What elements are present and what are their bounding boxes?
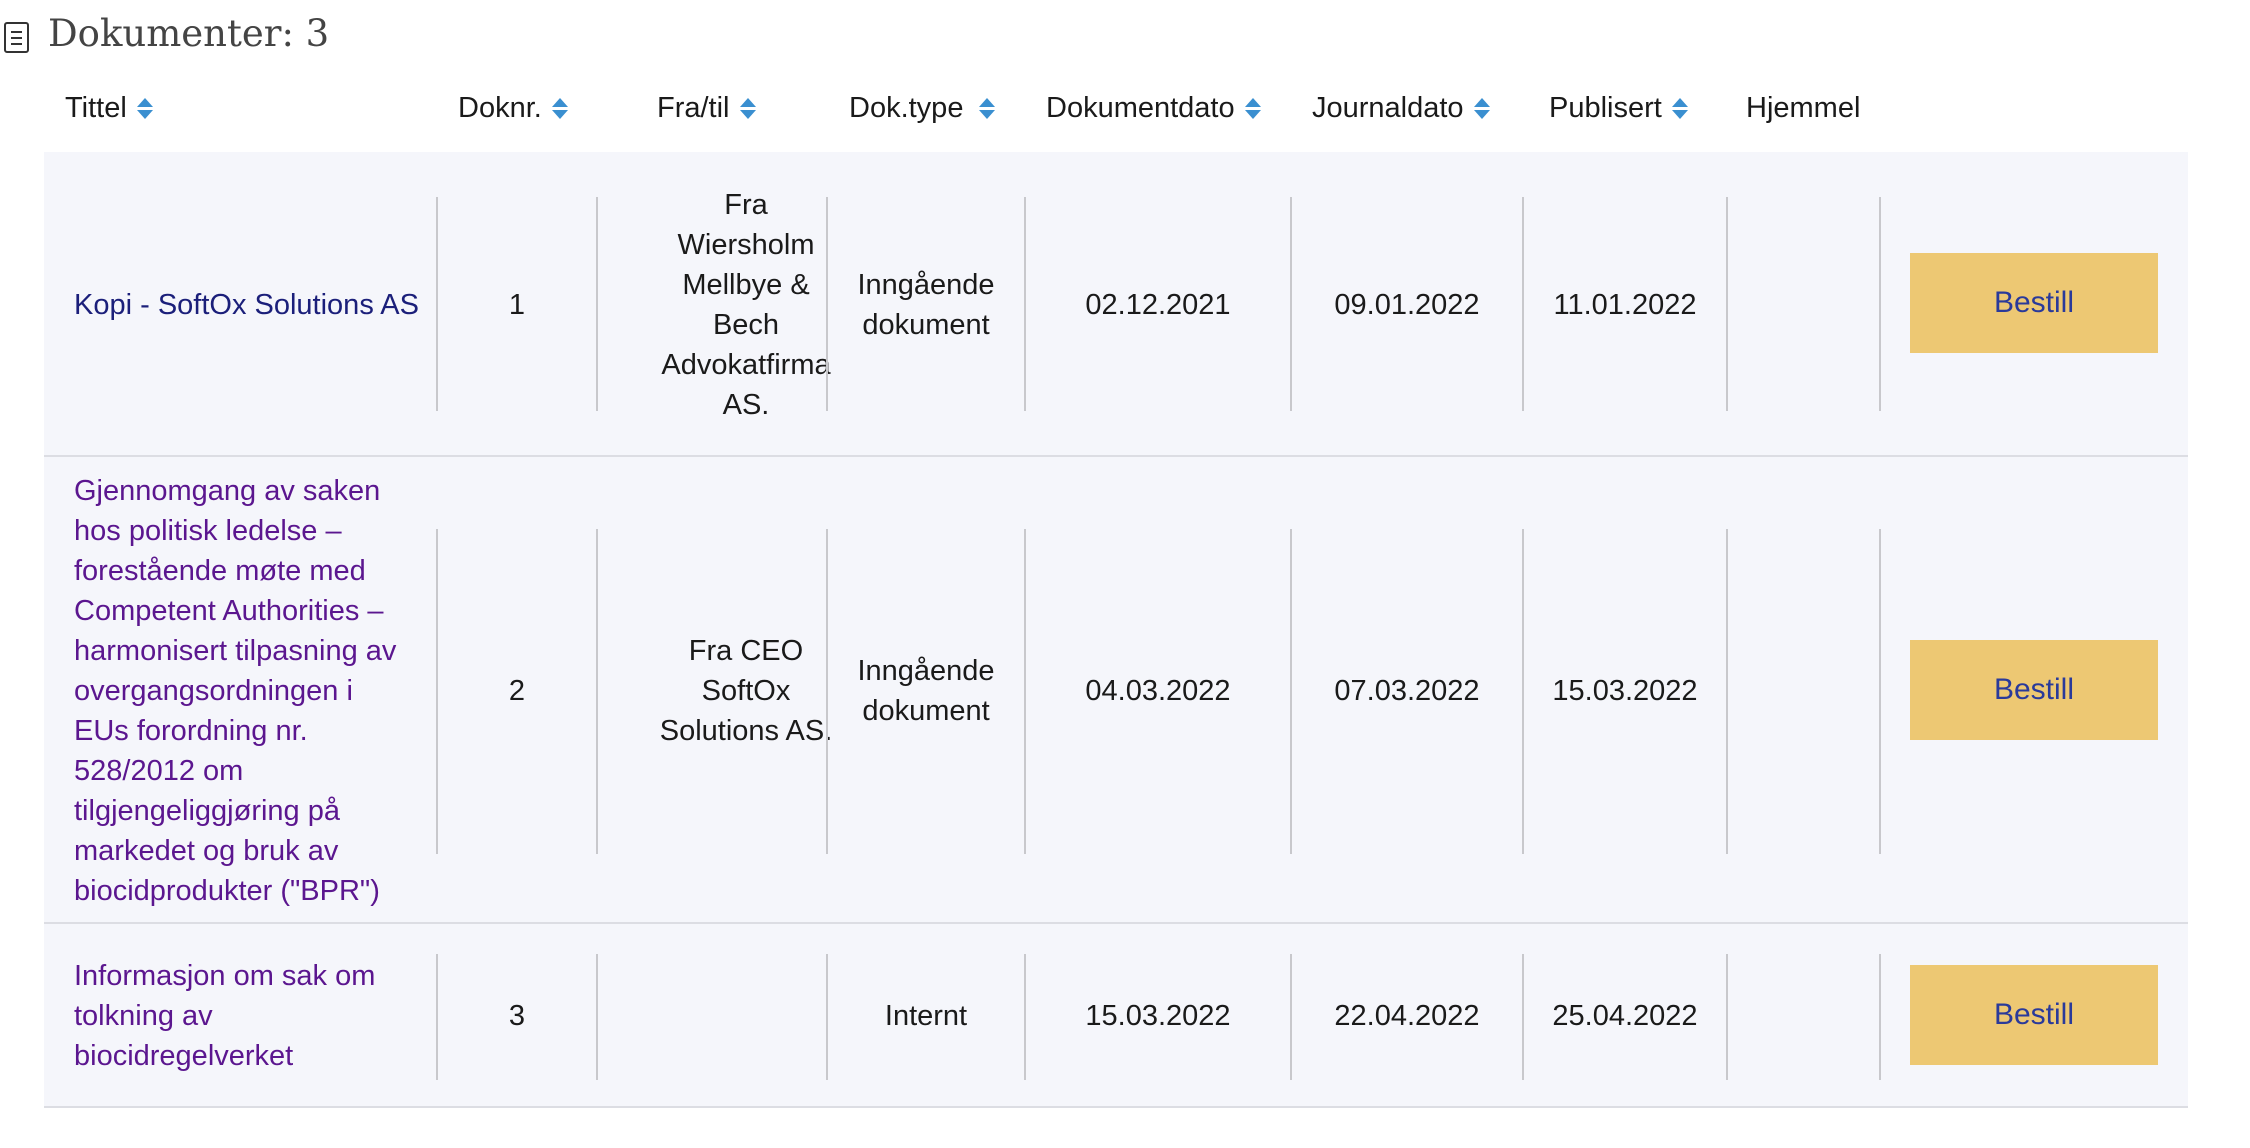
document-title-link[interactable]: Informasjon om sak om tolkning av biocid…	[74, 924, 414, 1108]
column-divider	[1879, 954, 1881, 1080]
column-divider	[1879, 197, 1881, 411]
doknr-cell: 3	[508, 1000, 526, 1032]
column-label: Doknr.	[458, 91, 542, 124]
dokumentdato-cell: 02.12.2021	[1085, 288, 1231, 321]
dokumentdato-cell: 15.03.2022	[1085, 1000, 1231, 1032]
doknr-cell: 2	[508, 674, 526, 707]
doknr-cell: 1	[508, 288, 526, 321]
column-header-journaldato[interactable]: Journaldato	[1312, 80, 1490, 136]
column-header-doknr[interactable]: Doknr.	[458, 80, 568, 136]
column-divider	[596, 954, 598, 1080]
doktype-cell: Inngående dokument	[857, 654, 995, 727]
fra-til-cell: Fra Wiersholm Mellbye & Bech Advokatfirm…	[661, 188, 831, 421]
column-label: Dok.type	[849, 91, 964, 124]
column-divider	[596, 197, 598, 411]
journaldato-cell: 22.04.2022	[1334, 1000, 1480, 1032]
dokumentdato-cell: 04.03.2022	[1085, 674, 1231, 707]
column-header-dokumentdato[interactable]: Dokumentdato	[1046, 80, 1261, 136]
sort-icon[interactable]	[979, 97, 996, 119]
publisert-cell: 25.04.2022	[1552, 1000, 1698, 1032]
hjemmel-cell	[1728, 457, 1878, 924]
publisert-cell: 15.03.2022	[1552, 674, 1698, 707]
document-title-link[interactable]: Gjennomgang av saken hos politisk ledels…	[74, 457, 414, 924]
fra-til-cell: Fra CEO SoftOx Solutions AS.	[659, 634, 833, 747]
page-title: Dokumenter: 3	[48, 12, 330, 55]
document-icon	[4, 22, 29, 53]
column-header-hjemmel: Hjemmel	[1746, 80, 1860, 136]
document-title-link[interactable]: Kopi - SoftOx Solutions AS	[74, 152, 474, 457]
sort-icon[interactable]	[1671, 97, 1688, 119]
column-header-tittel[interactable]: Tittel	[65, 80, 153, 136]
journaldato-cell: 07.03.2022	[1334, 674, 1480, 707]
bestill-button[interactable]: Bestill	[1910, 253, 2158, 353]
table-row: Kopi - SoftOx Solutions AS 1 Fra Wiersho…	[44, 152, 2188, 457]
doktype-cell: Internt	[884, 1000, 968, 1032]
column-label: Publisert	[1549, 91, 1662, 124]
sort-icon[interactable]	[136, 97, 153, 119]
column-header-fra-til[interactable]: Fra/til	[657, 80, 756, 136]
table-row: Gjennomgang av saken hos politisk ledels…	[44, 457, 2188, 924]
doktype-cell: Inngående dokument	[857, 268, 995, 341]
column-label: Hjemmel	[1746, 91, 1861, 124]
sort-icon[interactable]	[1473, 97, 1490, 119]
column-label: Fra/til	[657, 91, 730, 124]
fra-til-cell	[656, 924, 836, 1108]
sort-icon[interactable]	[1244, 97, 1261, 119]
bestill-button[interactable]: Bestill	[1910, 965, 2158, 1065]
column-header-doktype[interactable]: Dok.type	[849, 80, 996, 136]
publisert-cell: 11.01.2022	[1553, 288, 1697, 321]
table-row: Informasjon om sak om tolkning av biocid…	[44, 924, 2188, 1108]
column-divider	[596, 529, 598, 854]
column-label: Dokumentdato	[1046, 91, 1235, 124]
sort-icon[interactable]	[551, 97, 568, 119]
journaldato-cell: 09.01.2022	[1334, 288, 1480, 321]
table-header: Tittel Doknr. Fra/til Dok.type Dokumentd…	[0, 80, 2250, 136]
column-divider	[1879, 529, 1881, 854]
hjemmel-cell	[1728, 924, 1878, 1108]
bestill-button[interactable]: Bestill	[1910, 640, 2158, 740]
column-label: Tittel	[65, 91, 127, 124]
sort-icon[interactable]	[739, 97, 756, 119]
column-label: Journaldato	[1312, 91, 1464, 124]
column-header-publisert[interactable]: Publisert	[1549, 80, 1688, 136]
hjemmel-cell	[1728, 152, 1878, 457]
